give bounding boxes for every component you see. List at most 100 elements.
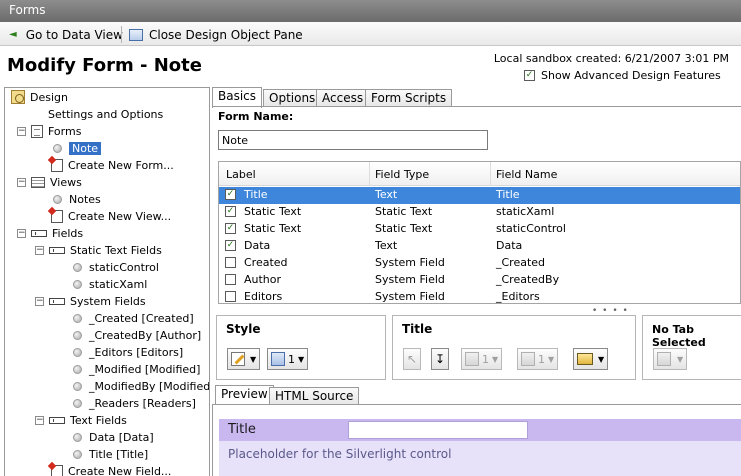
column-header-field-name[interactable]: Field Name <box>496 168 557 181</box>
tree-node-create-field[interactable]: Create New Field... <box>51 463 171 476</box>
table-row[interactable]: Editors System Field _Editors <box>219 289 740 303</box>
table-row[interactable]: Author System Field _CreatedBy <box>219 272 740 289</box>
checkbox-unchecked-icon[interactable] <box>225 291 236 302</box>
design-tabs: Basics Options Access Form Scripts <box>212 87 741 108</box>
chevron-down-icon: ▼ <box>598 354 605 364</box>
collapse-icon[interactable]: − <box>17 177 26 187</box>
column-header-field-type[interactable]: Field Type <box>375 168 429 181</box>
back-arrow-icon: ◄ <box>9 29 17 40</box>
tree-node-design[interactable]: Design <box>11 89 68 105</box>
label-position-left-button[interactable]: ↖ <box>403 348 422 370</box>
table-row[interactable]: Created System Field _Created <box>219 255 740 272</box>
title-style-dropdown[interactable]: ▼ <box>573 348 609 370</box>
tree-node-forms[interactable]: − Forms <box>17 123 81 139</box>
tab-html-source[interactable]: HTML Source <box>269 387 360 405</box>
tree-node-form-note[interactable]: Note <box>53 140 102 156</box>
tab-columns-dropdown[interactable]: ▼ <box>653 348 688 370</box>
field-icon <box>49 297 65 305</box>
bullet-icon <box>73 313 82 323</box>
collapse-icon[interactable]: − <box>35 415 44 425</box>
checkbox-unchecked-icon[interactable] <box>225 274 236 285</box>
close-pane-icon <box>129 28 143 41</box>
label-top-icon: ↧ <box>435 352 446 366</box>
tree-node-create-view[interactable]: Create New View... <box>51 208 171 224</box>
preview-title-input[interactable] <box>348 421 528 439</box>
tree-node-system-fields[interactable]: − System Fields <box>35 293 146 309</box>
columns-icon <box>657 352 671 366</box>
columns-icon <box>271 352 285 366</box>
collapse-icon[interactable]: − <box>17 126 26 136</box>
show-advanced-checkbox[interactable]: ✓ Show Advanced Design Features <box>524 69 721 82</box>
tree-node-sys-readers[interactable]: _Readers [Readers] <box>73 395 196 411</box>
design-pane: Basics Options Access Form Scripts Form … <box>212 87 741 476</box>
tab-panel: No Tab Selected ▼ <box>642 315 741 380</box>
tab-preview[interactable]: Preview <box>215 385 274 405</box>
tree-node-settings[interactable]: Settings and Options <box>48 106 163 122</box>
collapse-icon[interactable]: − <box>35 245 44 255</box>
tab-access[interactable]: Access <box>316 89 370 107</box>
preview-tabs: Preview HTML Source <box>212 385 741 405</box>
tree-node-view-notes[interactable]: Notes <box>53 191 101 207</box>
columns-icon <box>521 352 535 366</box>
collapse-icon[interactable]: − <box>17 228 26 238</box>
tree-node-fields[interactable]: − Fields <box>17 225 83 241</box>
close-design-pane-button[interactable]: Close Design Object Pane <box>129 26 303 43</box>
form-icon <box>31 124 43 138</box>
checkbox-checked-icon[interactable]: ✓ <box>225 223 236 234</box>
preview-title-label: Title <box>228 422 256 437</box>
tree-node-views[interactable]: − Views <box>17 174 82 190</box>
style-picker-button[interactable]: ▼ <box>227 348 261 370</box>
columns-icon <box>465 352 479 366</box>
chevron-down-icon: ▼ <box>548 354 555 364</box>
tree-node-static-control[interactable]: staticControl <box>73 259 159 275</box>
bullet-icon <box>53 194 62 204</box>
title-columns-b-dropdown[interactable]: 1 ▼ <box>517 348 559 370</box>
table-row[interactable]: ✓ Title Text Title <box>219 187 740 204</box>
tree-node-static-xaml[interactable]: staticXaml <box>73 276 147 292</box>
tab-form-scripts[interactable]: Form Scripts <box>365 89 453 107</box>
silverlight-placeholder: Placeholder for the Silverlight control <box>228 447 452 461</box>
column-divider <box>490 162 491 186</box>
bullet-icon <box>73 398 82 408</box>
form-name-input[interactable] <box>218 130 488 150</box>
new-view-icon <box>51 209 63 223</box>
checkbox-unchecked-icon[interactable] <box>225 257 236 268</box>
bullet-icon <box>73 432 82 442</box>
table-row[interactable]: ✓ Static Text Static Text staticControl <box>219 221 740 238</box>
no-tab-selected-label: No Tab Selected <box>652 323 706 349</box>
column-header-label[interactable]: Label <box>226 168 256 181</box>
label-left-icon: ↖ <box>407 352 418 366</box>
tree-node-tf-data[interactable]: Data [Data] <box>73 429 154 445</box>
tab-basics[interactable]: Basics <box>212 87 263 108</box>
tree-node-sys-modified[interactable]: _Modified [Modified] <box>73 361 200 377</box>
checkbox-checked-icon[interactable]: ✓ <box>225 189 236 200</box>
design-tree: Design Settings and Options − Forms Note… <box>4 87 210 476</box>
bullet-icon <box>53 143 62 153</box>
table-row[interactable]: ✓ Data Text Data <box>219 238 740 255</box>
title-columns-a-dropdown[interactable]: 1 ▼ <box>461 348 503 370</box>
tree-node-text-fields[interactable]: − Text Fields <box>35 412 127 428</box>
checkbox-checked-icon[interactable]: ✓ <box>225 206 236 217</box>
table-row[interactable]: ✓ Static Text Static Text staticXaml <box>219 204 740 221</box>
chevron-down-icon: ▼ <box>492 354 499 364</box>
chevron-down-icon: ▼ <box>298 354 305 364</box>
tree-node-sys-modifiedby[interactable]: _ModifiedBy [Modified B <box>73 378 209 394</box>
checkbox-checked-icon[interactable]: ✓ <box>225 240 236 251</box>
tab-options[interactable]: Options <box>263 89 322 107</box>
collapse-icon[interactable]: − <box>35 296 44 306</box>
tree-node-sys-created[interactable]: _Created [Created] <box>73 310 194 326</box>
style-columns-dropdown[interactable]: 1 ▼ <box>267 348 309 370</box>
paint-icon <box>577 353 593 365</box>
tree-node-tf-title[interactable]: Title [Title] <box>73 446 148 462</box>
new-field-icon <box>51 464 63 476</box>
tree-node-sys-createdby[interactable]: _CreatedBy [Author] <box>73 327 201 343</box>
tree-node-static-text-fields[interactable]: − Static Text Fields <box>35 242 162 258</box>
tree-node-sys-editors[interactable]: _Editors [Editors] <box>73 344 183 360</box>
label-position-top-button[interactable]: ↧ <box>431 348 450 370</box>
checkbox-checked-icon: ✓ <box>524 70 535 81</box>
tree-node-create-form[interactable]: Create New Form... <box>51 157 174 173</box>
go-to-data-view-button[interactable]: ◄ Go to Data View <box>9 26 123 43</box>
bullet-icon <box>73 330 82 340</box>
column-divider <box>369 162 370 186</box>
chevron-down-icon: ▼ <box>250 354 257 364</box>
